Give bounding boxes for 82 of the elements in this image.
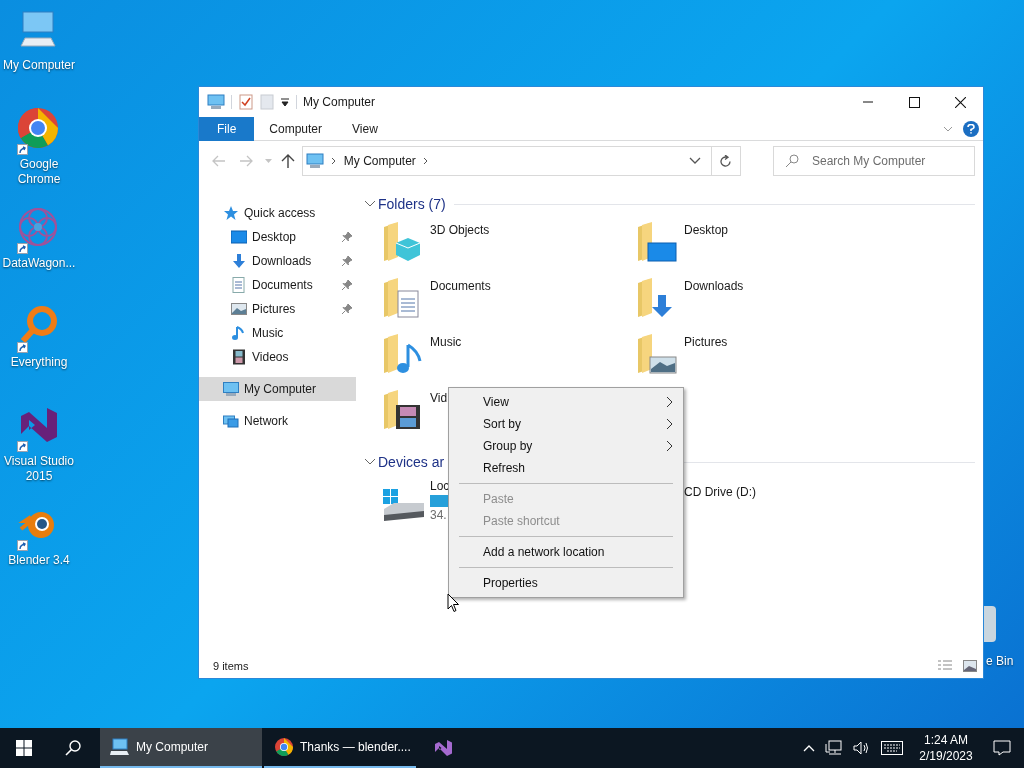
desktop-icon: [231, 229, 247, 245]
breadcrumb-item[interactable]: My Computer: [343, 152, 416, 170]
computer-icon: [110, 737, 130, 757]
refresh-icon[interactable]: [720, 154, 733, 168]
chrome-icon: [274, 737, 294, 757]
menu-item[interactable]: View: [449, 391, 683, 413]
keyboard-icon[interactable]: [881, 741, 903, 755]
search-icon: [65, 740, 81, 756]
nav-item[interactable]: Music: [199, 321, 356, 345]
maximize-icon: [908, 96, 920, 108]
windows-logo-icon: [16, 740, 32, 756]
ribbon-tab[interactable]: File: [199, 116, 255, 141]
status-text: 9 items: [213, 658, 249, 674]
large-icons-view-icon: [963, 660, 977, 672]
menu-item[interactable]: Add a network location: [449, 541, 683, 563]
folder-picture-icon: [636, 333, 678, 375]
drive-name[interactable]: CD Drive (D:): [684, 479, 756, 501]
page-icon: [260, 94, 274, 110]
arrow-right-icon: [238, 153, 255, 169]
arrow-left-icon: [210, 153, 227, 169]
folder-name[interactable]: Music: [428, 333, 462, 351]
checklist-icon: [238, 94, 254, 110]
network-icon: [223, 413, 239, 429]
drive-detail: 34.: [430, 508, 448, 523]
show-hidden-icons-icon[interactable]: [803, 744, 815, 752]
computer-icon: [305, 153, 324, 169]
document-icon: [231, 277, 247, 293]
speaker-icon[interactable]: [853, 740, 871, 756]
folder-music-icon: [382, 333, 424, 375]
group-header[interactable]: Devices ar: [378, 451, 445, 473]
nav-item[interactable]: Quick access: [199, 201, 356, 225]
folder-name[interactable]: Documents: [428, 277, 491, 295]
computer-icon: [223, 381, 239, 397]
menu-item[interactable]: Refresh: [449, 457, 683, 479]
address-bar[interactable]: My Computer: [301, 146, 742, 176]
close-icon: [954, 96, 966, 108]
help-icon[interactable]: [963, 120, 979, 137]
clock[interactable]: 1:24 AM 2/19/2023: [912, 728, 980, 768]
nav-item[interactable]: My Computer: [199, 377, 356, 401]
folder-name[interactable]: Desktop: [682, 221, 729, 239]
chevron-down-icon: [943, 125, 953, 132]
menu-item[interactable]: Group by: [449, 435, 683, 457]
dropdown-icon: [280, 97, 290, 107]
folder-name[interactable]: Downloads: [682, 277, 744, 295]
nav-item[interactable]: Videos: [199, 345, 356, 369]
details-view-icon: [937, 660, 953, 672]
computer-icon: [207, 94, 225, 110]
folder-name[interactable]: 3D Objects: [428, 221, 490, 239]
group-header[interactable]: Folders (7): [378, 193, 446, 215]
window-title: My Computer: [303, 94, 376, 111]
chrome-icon[interactable]: [17, 107, 61, 155]
music-note-icon: [231, 325, 247, 341]
star-icon: [223, 205, 239, 221]
ribbon-tab[interactable]: Computer: [254, 116, 338, 141]
folder-desktop-icon: [636, 221, 678, 263]
film-strip-icon: [231, 349, 247, 365]
chevron-down-icon: [689, 157, 702, 165]
nav-item[interactable]: Desktop: [199, 225, 356, 249]
taskbar-button[interactable]: Thanks — blender....: [264, 728, 416, 768]
download-arrow-icon: [231, 253, 247, 269]
desktop-icon-label[interactable]: e Bin: [986, 652, 1014, 670]
nav-item[interactable]: Pictures: [199, 297, 356, 321]
arrow-up-icon: [280, 153, 295, 169]
ribbon-tab[interactable]: View: [337, 116, 393, 141]
mouse-cursor-icon: [447, 593, 460, 613]
network-wired-icon[interactable]: [825, 740, 843, 756]
caret-down-icon: [264, 159, 272, 163]
usage-bar: [430, 495, 450, 507]
nav-item[interactable]: Documents: [199, 273, 356, 297]
drive-name[interactable]: Loc: [430, 479, 450, 494]
folder-name[interactable]: Vid: [428, 389, 448, 407]
speech-bubble-icon: [993, 740, 1011, 756]
menu-item[interactable]: Sort by: [449, 413, 683, 435]
menu-item[interactable]: Properties: [449, 572, 683, 594]
search-icon: [785, 154, 799, 168]
nav-item[interactable]: Downloads: [199, 249, 356, 273]
nav-item[interactable]: Network: [199, 409, 356, 433]
search-field[interactable]: Search My Computer: [773, 146, 975, 176]
folder-name[interactable]: Pictures: [682, 333, 728, 351]
visual-studio-icon: [433, 738, 453, 758]
taskbar-button[interactable]: My Computer: [100, 728, 262, 768]
picture-icon: [231, 301, 247, 317]
